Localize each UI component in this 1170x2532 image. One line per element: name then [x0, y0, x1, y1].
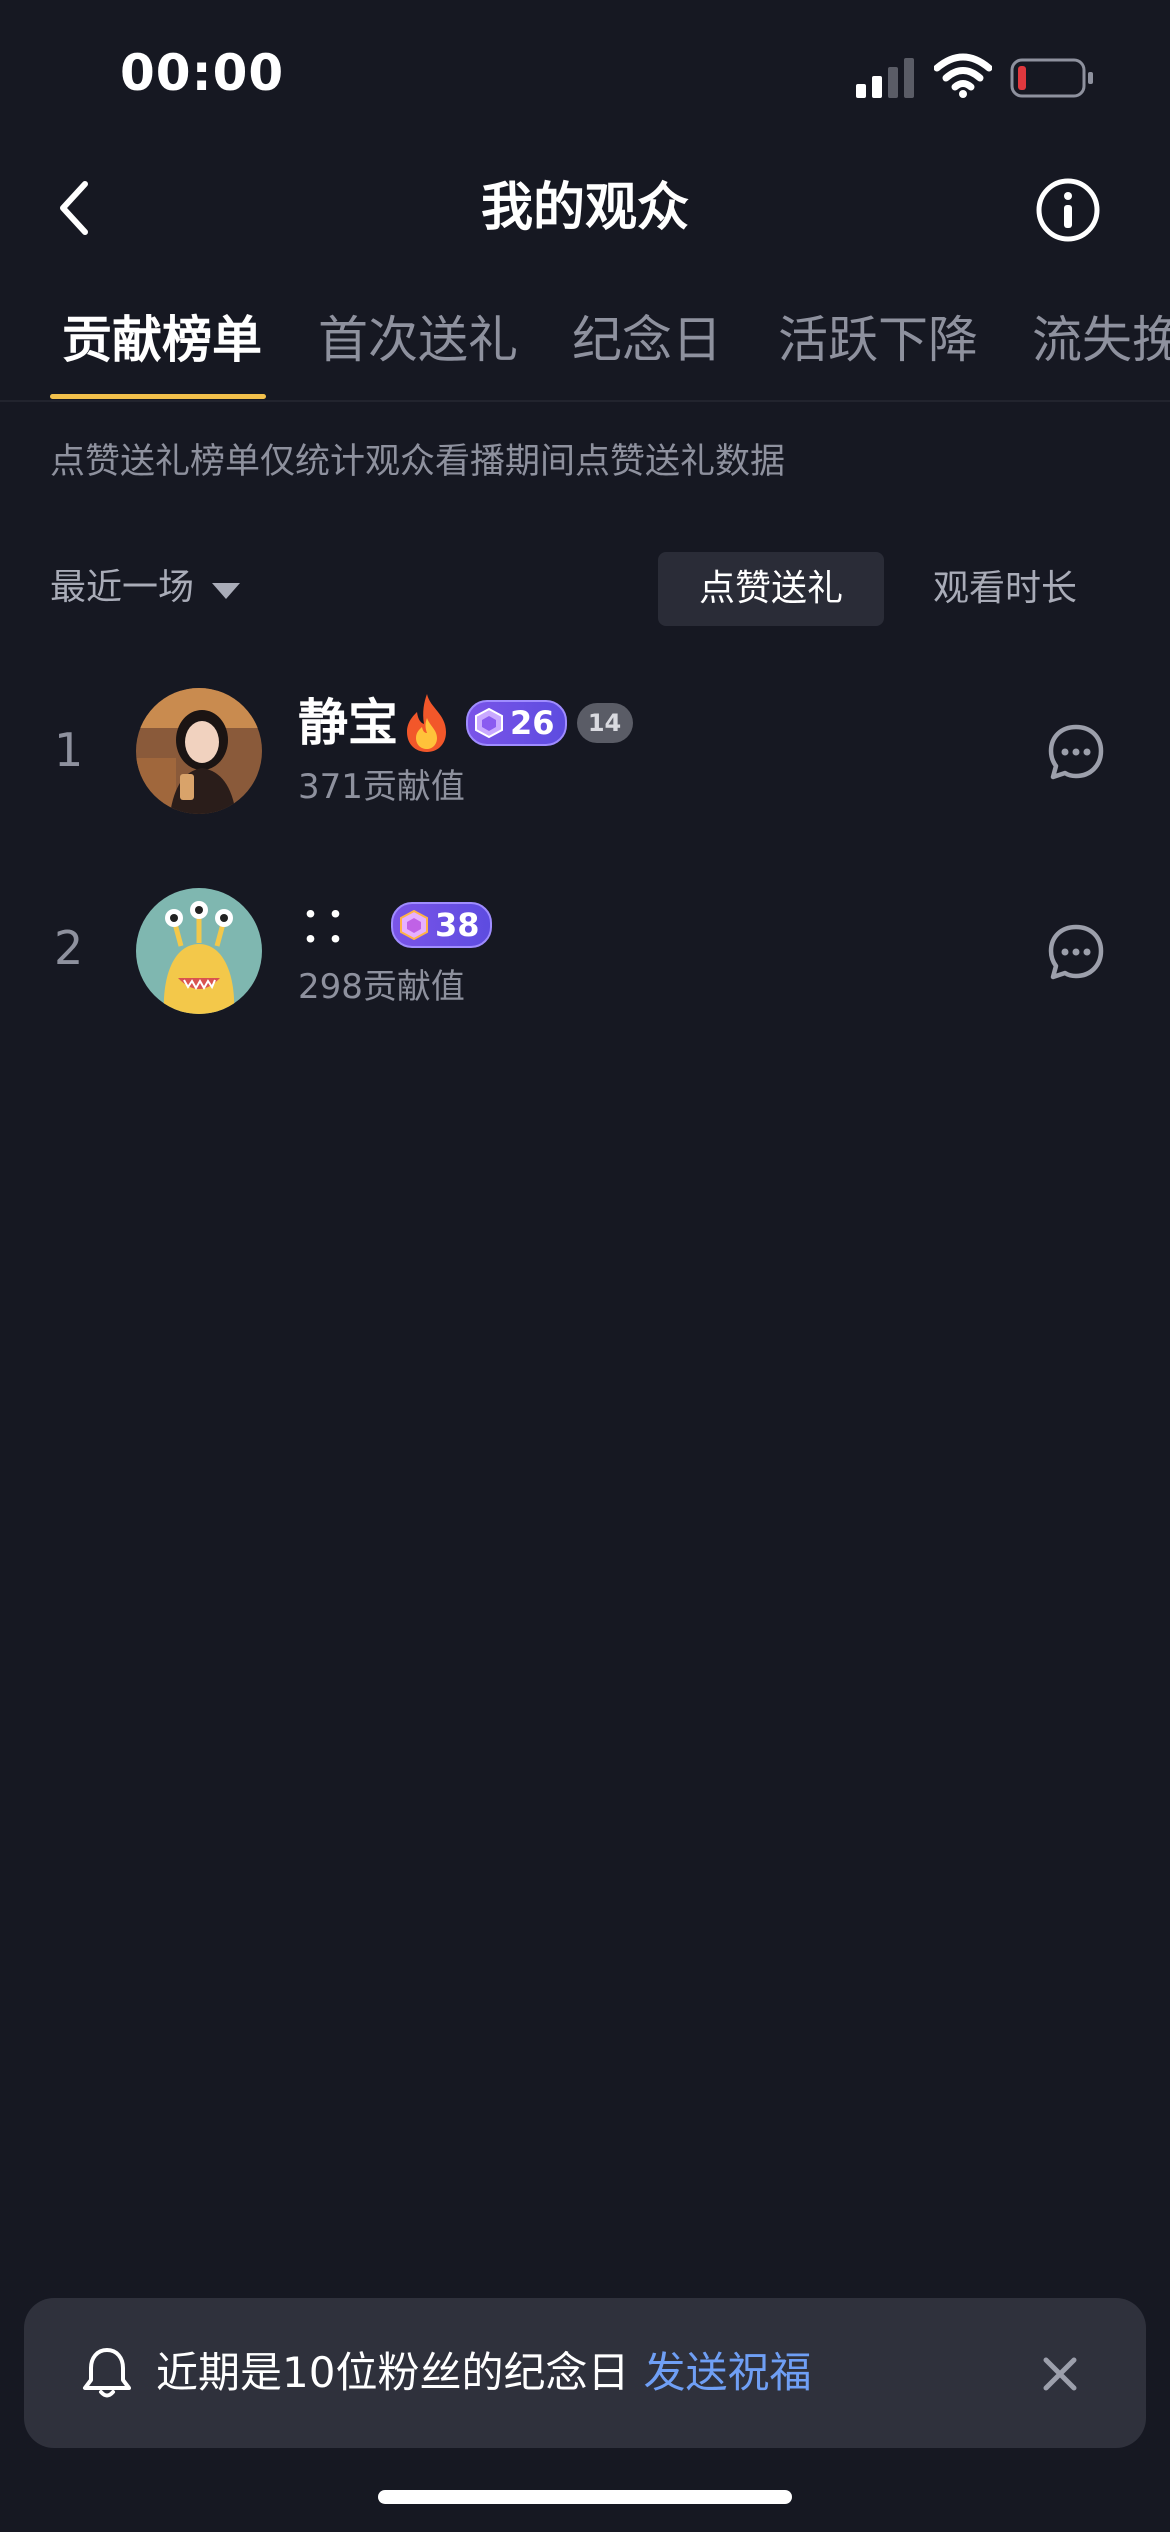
avatar[interactable] — [136, 688, 262, 814]
tab-anniversary[interactable]: 纪念日 — [572, 308, 722, 372]
period-label: 最近一场 — [50, 567, 195, 608]
level-hex-icon — [400, 910, 428, 940]
wifi-icon — [934, 53, 992, 98]
level-value: 38 — [435, 906, 480, 944]
battery-low-icon — [1010, 58, 1093, 98]
segment-watch-time[interactable]: 观看时长 — [905, 552, 1105, 626]
toast-message: 近期是10位粉丝的纪念日 发送祝福 — [156, 2343, 811, 2403]
tab-contribution[interactable]: 贡献榜单 — [62, 308, 262, 372]
name-text: ：： — [298, 896, 373, 954]
home-indicator — [378, 2490, 792, 2504]
anniversary-toast: 近期是10位粉丝的纪念日 发送祝福 — [24, 2298, 1146, 2448]
fan-club-badge: 14 — [576, 703, 633, 743]
bell-icon — [83, 2348, 131, 2398]
name-text: 静宝 — [298, 694, 398, 752]
contribution-value: 371贡献值 — [298, 767, 465, 807]
avatar[interactable] — [136, 888, 262, 1014]
send-wishes-link[interactable]: 发送祝福 — [643, 2348, 811, 2397]
level-hex-icon — [475, 708, 503, 738]
rank-number: 1 — [54, 723, 84, 777]
chat-bubble-icon[interactable] — [1046, 922, 1106, 982]
level-badge: 38 — [391, 902, 492, 948]
close-icon[interactable] — [1034, 2348, 1086, 2400]
ranking-notice: 点赞送礼榜单仅统计观众看播期间点赞送礼数据 — [50, 442, 786, 482]
audience-name: 静宝 26 14 — [298, 690, 633, 756]
list-item[interactable]: 2 ：： 38 298贡献值 — [0, 864, 1170, 1044]
level-value: 26 — [510, 704, 555, 742]
active-tab-indicator — [50, 394, 266, 399]
tab-first-gift[interactable]: 首次送礼 — [318, 308, 518, 372]
tab-bar: 贡献榜单 首次送礼 纪念日 活跃下降 流失挽 — [0, 300, 1170, 400]
contribution-value: 298贡献值 — [298, 967, 465, 1007]
fan-level-value: 14 — [587, 709, 622, 737]
chat-bubble-icon[interactable] — [1046, 722, 1106, 782]
caret-down-icon — [212, 583, 241, 599]
period-dropdown[interactable]: 最近一场 — [50, 562, 241, 614]
rank-number: 2 — [54, 921, 84, 975]
segment-likes-gifts[interactable]: 点赞送礼 — [658, 552, 884, 626]
toast-text: 近期是10位粉丝的纪念日 — [156, 2348, 630, 2397]
status-time: 00:00 — [120, 44, 285, 102]
tab-activity-decline[interactable]: 活跃下降 — [778, 308, 978, 372]
list-item[interactable]: 1 静宝 26 14 371贡献值 — [0, 664, 1170, 844]
level-badge: 26 — [466, 700, 567, 746]
signal-icon — [856, 58, 914, 98]
audience-name: ：： 38 — [298, 892, 492, 958]
info-icon[interactable] — [1034, 176, 1102, 244]
tab-churn-recovery[interactable]: 流失挽 — [1032, 308, 1170, 372]
divider — [0, 400, 1170, 402]
page-title: 我的观众 — [480, 178, 689, 238]
fire-icon — [407, 694, 446, 752]
